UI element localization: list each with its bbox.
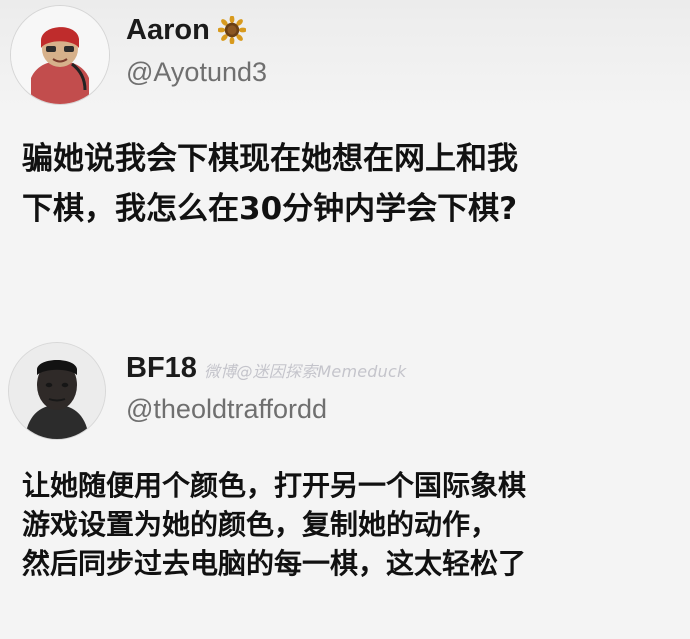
- sunflower-icon: [216, 15, 247, 45]
- bf18-avatar[interactable]: [8, 342, 106, 440]
- bf18-name-row: BF18: [126, 352, 197, 384]
- display-name[interactable]: Aaron: [126, 14, 210, 46]
- tweet-text-line: 然后同步过去电脑的每一棋，这太轻松了: [22, 547, 527, 580]
- display-name[interactable]: BF18: [126, 352, 197, 384]
- screenshot-page: Aaron @Ayotund3 骗她说我会下棋现在她想在网上和我 下棋，我怎么在…: [0, 0, 690, 639]
- tweet-bf18[interactable]: 微博@迷因探索Memeduck BF18 @theoldtraffordd 让她…: [0, 330, 690, 639]
- aaron-avatar[interactable]: [10, 5, 110, 105]
- aaron-avatar-art: [11, 6, 109, 104]
- tweet-text-line: 下棋，我怎么在30分钟内学会下棋?: [22, 191, 518, 227]
- aaron-name-row: Aaron: [126, 14, 247, 46]
- tweet-aaron[interactable]: Aaron @Ayotund3 骗她说我会下棋现在她想在网上和我 下棋，我怎么在…: [0, 0, 690, 300]
- tweet-text: 让她随便用个颜色，打开另一个国际象棋 游戏设置为她的颜色，复制她的动作， 然后同…: [22, 466, 677, 583]
- tweet-text-line: 游戏设置为她的颜色，复制她的动作，: [22, 508, 499, 541]
- user-handle[interactable]: @theoldtraffordd: [126, 394, 327, 424]
- image-watermark: 微博@迷因探索Memeduck: [204, 362, 407, 381]
- tweet-text-line: 让她随便用个颜色，打开另一个国际象棋: [22, 469, 527, 502]
- bf18-avatar-art: [9, 343, 105, 439]
- tweet-text-line: 骗她说我会下棋现在她想在网上和我: [22, 141, 518, 177]
- tweet-text: 骗她说我会下棋现在她想在网上和我 下棋，我怎么在30分钟内学会下棋?: [22, 134, 677, 234]
- user-handle[interactable]: @Ayotund3: [126, 57, 267, 87]
